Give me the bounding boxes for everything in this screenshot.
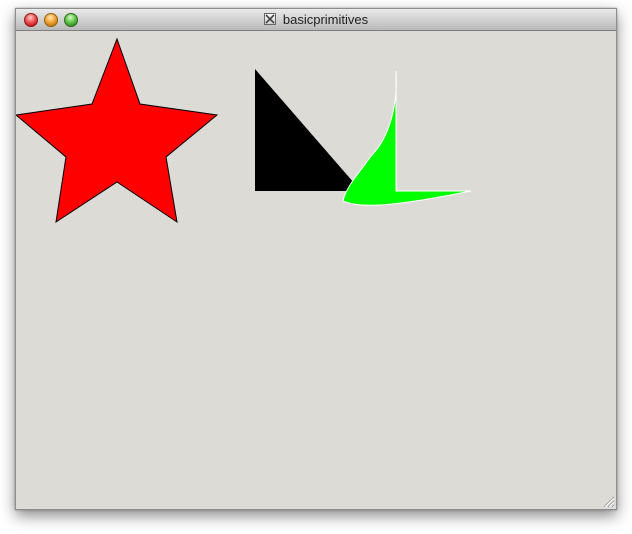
window-title-area: basicprimitives <box>16 9 616 31</box>
green-curve <box>342 70 472 206</box>
app-window: basicprimitives <box>15 8 617 510</box>
x11-icon <box>263 13 276 25</box>
window-title: basicprimitives <box>282 12 369 27</box>
drawing-canvas <box>16 37 472 224</box>
black-triangle <box>255 69 361 191</box>
resize-grip[interactable] <box>601 494 615 508</box>
title-bar[interactable]: basicprimitives <box>16 9 616 31</box>
red-star <box>16 37 219 224</box>
